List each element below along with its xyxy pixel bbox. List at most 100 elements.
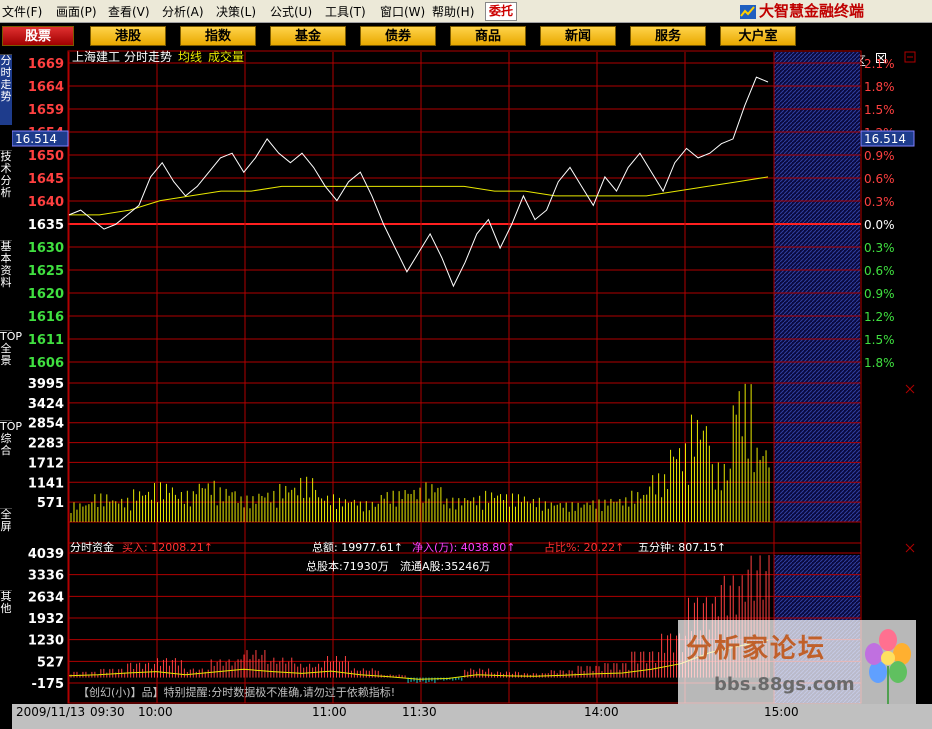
flow-label: 分时资金 xyxy=(70,540,114,554)
left-tab-other[interactable]: 其他 xyxy=(0,590,12,631)
price-tick-label: 1616 xyxy=(28,310,64,325)
menu-formula[interactable]: 公式(U) xyxy=(270,3,312,20)
price-tick-label: 1620 xyxy=(28,287,64,302)
avg-price-line xyxy=(69,176,769,216)
brand: 大智慧金融终端 xyxy=(740,2,930,20)
chart-vol-label: 成交量 xyxy=(208,50,244,64)
time-label-1100: 11:00 xyxy=(312,705,347,719)
menu-analysis[interactable]: 分析(A) xyxy=(162,3,204,20)
tab-funds[interactable]: 基金 xyxy=(270,26,346,46)
intraday-chart: 上海建工 分时走势 均线 成交量 16691664165916541650164… xyxy=(12,50,916,704)
panel-close-icon[interactable] xyxy=(904,51,916,63)
flow-tick-label: -175 xyxy=(31,677,64,692)
current-price-right: 16.514 xyxy=(864,132,906,146)
flow-notice: 【创幻(小)】品】特别提醒:分时数据极不准确,请勿过于依赖指标! xyxy=(78,685,395,699)
pct-tick-label: 1.8% xyxy=(864,80,895,94)
volume-tick-label: 1712 xyxy=(28,456,64,471)
price-tick-label: 1650 xyxy=(28,149,64,164)
tab-commodities[interactable]: 商品 xyxy=(450,26,526,46)
price-tick-label: 1669 xyxy=(28,57,64,72)
flow-ratio: 占比%: 20.22↑ xyxy=(544,540,624,554)
left-tab-fundamentals[interactable]: 基本资料 xyxy=(0,240,12,311)
future-area-price xyxy=(774,52,860,522)
price-tick-label: 1606 xyxy=(28,356,64,371)
current-price-left: 16.514 xyxy=(15,132,57,146)
left-tab-top-composite[interactable]: TOP综合 xyxy=(0,420,22,491)
price-axis: 1669166416591654165016451640163516301625… xyxy=(28,57,64,371)
menu-window[interactable]: 窗口(W) xyxy=(380,3,425,20)
price-tick-label: 1659 xyxy=(28,103,64,118)
tab-services[interactable]: 服务 xyxy=(630,26,706,46)
tab-bonds[interactable]: 债券 xyxy=(360,26,436,46)
tab-news[interactable]: 新闻 xyxy=(540,26,616,46)
left-tab-fullscreen[interactable]: 全屏 xyxy=(0,508,12,549)
left-tab-technical[interactable]: 技术分析 xyxy=(0,150,12,221)
flow-tick-label: 4039 xyxy=(28,547,64,562)
flow-axis: 4039 3336 2634 1932 1230 527 -175 xyxy=(28,547,64,692)
volume-tick-label: 3424 xyxy=(28,397,64,412)
menu-look[interactable]: 查看(V) xyxy=(108,3,150,20)
pct-tick-label: 0.9% xyxy=(864,287,895,301)
menu-bar: 文件(F) 画面(P) 查看(V) 分析(A) 决策(L) 公式(U) 工具(T… xyxy=(0,0,932,23)
left-tab-strip: 分时走势 技术分析 基本资料 TOP全景 TOP综合 全屏 其他 xyxy=(0,50,22,705)
flow-tick-label: 527 xyxy=(37,655,64,670)
volume-tick-label: 3995 xyxy=(28,377,64,392)
pct-tick-label: 0.6% xyxy=(864,264,895,278)
volume-tick-label: 2854 xyxy=(28,417,64,432)
menu-file[interactable]: 文件(F) xyxy=(2,3,42,20)
left-tab-intraday[interactable]: 分时走势 xyxy=(0,54,12,125)
menu-decision[interactable]: 决策(L) xyxy=(216,3,256,20)
tab-hk-stocks[interactable]: 港股 xyxy=(90,26,166,46)
trade-button[interactable]: 委托 xyxy=(485,2,518,21)
pct-tick-label: 0.0% xyxy=(864,218,895,232)
flow-five-min: 五分钟: 807.15↑ xyxy=(638,540,726,554)
flow-close-icon[interactable] xyxy=(905,543,915,553)
watermark: 分析家论坛 bbs.88gs.com xyxy=(678,620,916,712)
pct-tick-label: 1.8% xyxy=(864,356,895,370)
left-tab-top-overview[interactable]: TOP全景 xyxy=(0,330,22,401)
flow-buy: 买入: 12008.21↑ xyxy=(122,541,213,554)
flower-logo-icon xyxy=(865,629,911,704)
flow-tick-label: 2634 xyxy=(28,590,64,605)
chart-avg-label: 均线 xyxy=(178,50,202,64)
pct-tick-label: 1.5% xyxy=(864,333,895,347)
menu-tools[interactable]: 工具(T) xyxy=(325,3,366,20)
time-label-1500: 15:00 xyxy=(764,705,799,719)
price-tick-label: 1630 xyxy=(28,241,64,256)
brand-logo-icon xyxy=(740,4,756,19)
pct-tick-label: 0.9% xyxy=(864,149,895,163)
volume-close-icon[interactable] xyxy=(905,384,915,394)
menu-view[interactable]: 画面(P) xyxy=(56,3,97,20)
watermark-url: bbs.88gs.com xyxy=(714,674,855,695)
time-label-1130: 11:30 xyxy=(402,705,437,719)
time-label-date: 2009/11/13 xyxy=(16,705,85,719)
watermark-title: 分析家论坛 xyxy=(686,634,827,664)
float-shares: 流通A股:35246万 xyxy=(400,559,490,573)
price-tick-label: 1611 xyxy=(28,333,64,348)
tab-stocks[interactable]: 股票 xyxy=(2,26,74,46)
volume-tick-label: 1141 xyxy=(28,476,64,491)
pct-tick-label: 1.5% xyxy=(864,103,895,117)
total-shares: 总股本:71930万 xyxy=(306,559,389,573)
volume-bars xyxy=(70,383,770,522)
price-tick-label: 1625 xyxy=(28,264,64,279)
price-tick-label: 1640 xyxy=(28,195,64,210)
tab-vip-room[interactable]: 大户室 xyxy=(720,26,796,46)
pct-tick-label: 2.1% xyxy=(864,57,895,71)
menu-help[interactable]: 帮助(H) xyxy=(432,3,474,20)
pct-axis: 2.1% 1.8% 1.5% 1.2% 0.9% 0.6% 0.3% 0.0% 0.3% 0.6%… xyxy=(864,57,895,370)
flow-tick-label: 3336 xyxy=(28,569,64,584)
volume-tick-label: 2283 xyxy=(28,437,64,452)
volume-axis: 3995 3424 2854 2283 1712 1141 571 xyxy=(28,377,64,511)
chart-mode-label: 分时走势 xyxy=(124,50,172,64)
flow-tick-label: 1230 xyxy=(28,634,64,649)
pct-tick-label: 1.2% xyxy=(864,310,895,324)
status-bar: 2009/11/13 09:30 10:00 11:00 11:30 14:00… xyxy=(12,704,932,729)
price-tick-label: 1664 xyxy=(28,80,64,95)
flow-tick-label: 1932 xyxy=(28,612,64,627)
price-tick-label: 1645 xyxy=(28,172,64,187)
time-label-1000: 10:00 xyxy=(138,705,173,719)
pct-tick-label: 0.6% xyxy=(864,172,895,186)
tab-index[interactable]: 指数 xyxy=(180,26,256,46)
brand-name: 大智慧金融终端 xyxy=(759,2,865,20)
